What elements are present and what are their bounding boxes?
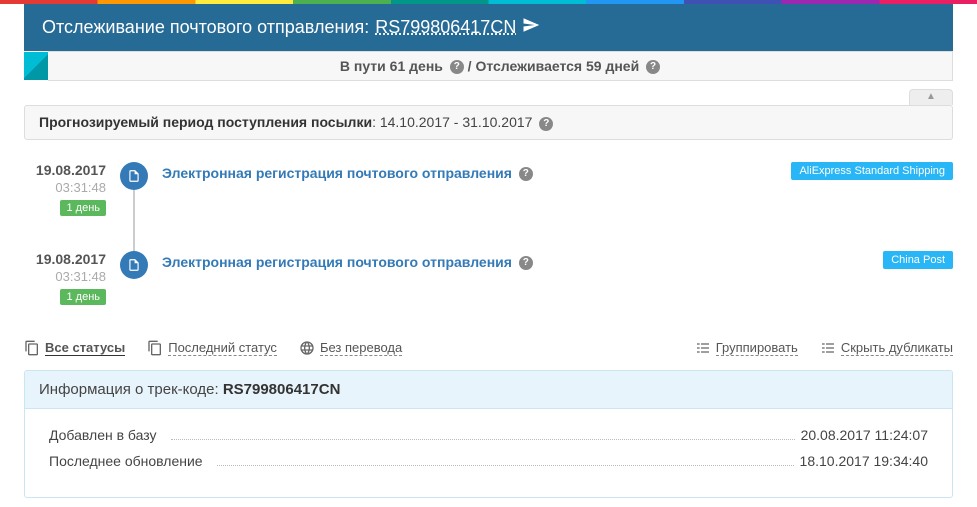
- track-info-header: Информация о трек-коде: RS799806417CN: [25, 371, 952, 409]
- filter-all-statuses[interactable]: Все статусы: [24, 340, 125, 356]
- info-label: Последнее обновление: [49, 453, 211, 469]
- filter-group[interactable]: Группировать: [695, 340, 798, 356]
- collapse-toggle[interactable]: ▲: [909, 89, 953, 105]
- event-title: Электронная регистрация почтового отправ…: [162, 254, 533, 270]
- event-row: 19.08.2017 03:31:48 1 день Электронная р…: [24, 251, 953, 305]
- event-node-icon: [120, 251, 148, 279]
- transit-label: В пути: [340, 58, 386, 74]
- info-label: Добавлен в базу: [49, 427, 165, 443]
- filter-no-translate[interactable]: Без перевода: [299, 340, 402, 356]
- transit-days: 61: [390, 58, 406, 74]
- event-duration-badge: 1 день: [60, 200, 106, 216]
- info-head-prefix: Информация о трек-коде:: [39, 381, 219, 398]
- info-value: 20.08.2017 11:24:07: [801, 427, 928, 443]
- event-date: 19.08.2017: [24, 251, 106, 267]
- copy-icon: [147, 340, 163, 356]
- event-time: 03:31:48: [24, 269, 106, 284]
- event-timeline: 19.08.2017 03:31:48 1 день Электронная р…: [24, 162, 953, 305]
- carrier-badge[interactable]: AliExpress Standard Shipping: [791, 162, 953, 180]
- dotted-leader: [171, 439, 795, 440]
- status-bar: В пути 61 день ? / Отслеживается 59 дней…: [24, 51, 953, 81]
- timeline-connector: [133, 190, 135, 256]
- track-info-panel: Информация о трек-коде: RS799806417CN До…: [24, 370, 953, 498]
- forecast-label: Прогнозируемый период поступления посылк…: [39, 114, 372, 130]
- help-icon[interactable]: ?: [519, 167, 533, 181]
- filter-hide-duplicates[interactable]: Скрыть дубликаты: [820, 340, 953, 356]
- info-value: 18.10.2017 19:34:40: [800, 453, 928, 469]
- tracking-header: Отслеживание почтового отправления: RS79…: [24, 4, 953, 51]
- list-icon: [695, 340, 711, 356]
- follow-unit: дней: [605, 58, 639, 74]
- paper-plane-icon: [522, 16, 540, 39]
- info-head-code: RS799806417CN: [223, 381, 341, 398]
- filter-toolbar: Все статусы Последний статус Без перевод…: [24, 340, 953, 356]
- event-time: 03:31:48: [24, 180, 106, 195]
- event-duration-badge: 1 день: [60, 289, 106, 305]
- list-icon: [820, 340, 836, 356]
- forecast-panel: Прогнозируемый период поступления посылк…: [24, 105, 953, 139]
- help-icon[interactable]: ?: [539, 117, 553, 131]
- separator: /: [468, 58, 472, 74]
- info-row: Последнее обновление 18.10.2017 19:34:40: [49, 453, 928, 469]
- info-row: Добавлен в базу 20.08.2017 11:24:07: [49, 427, 928, 443]
- event-date: 19.08.2017: [24, 162, 106, 178]
- copy-icon: [24, 340, 40, 356]
- status-bar-body: В пути 61 день ? / Отслеживается 59 дней…: [48, 51, 953, 81]
- event-title: Электронная регистрация почтового отправ…: [162, 165, 533, 181]
- status-bar-accent: [24, 52, 48, 80]
- event-node-icon: [120, 162, 148, 190]
- event-row: 19.08.2017 03:31:48 1 день Электронная р…: [24, 162, 953, 216]
- dotted-leader: [217, 465, 794, 466]
- follow-label: Отслеживается: [475, 58, 582, 74]
- globe-icon: [299, 340, 315, 356]
- transit-unit: день: [409, 58, 443, 74]
- tracking-header-prefix: Отслеживание почтового отправления:: [42, 17, 369, 38]
- help-icon[interactable]: ?: [646, 60, 660, 74]
- forecast-range: 14.10.2017 - 31.10.2017: [380, 114, 533, 130]
- carrier-badge[interactable]: China Post: [883, 251, 953, 269]
- track-number-link[interactable]: RS799806417CN: [375, 17, 516, 38]
- follow-days: 59: [586, 58, 602, 74]
- help-icon[interactable]: ?: [450, 60, 464, 74]
- help-icon[interactable]: ?: [519, 256, 533, 270]
- filter-last-status[interactable]: Последний статус: [147, 340, 277, 356]
